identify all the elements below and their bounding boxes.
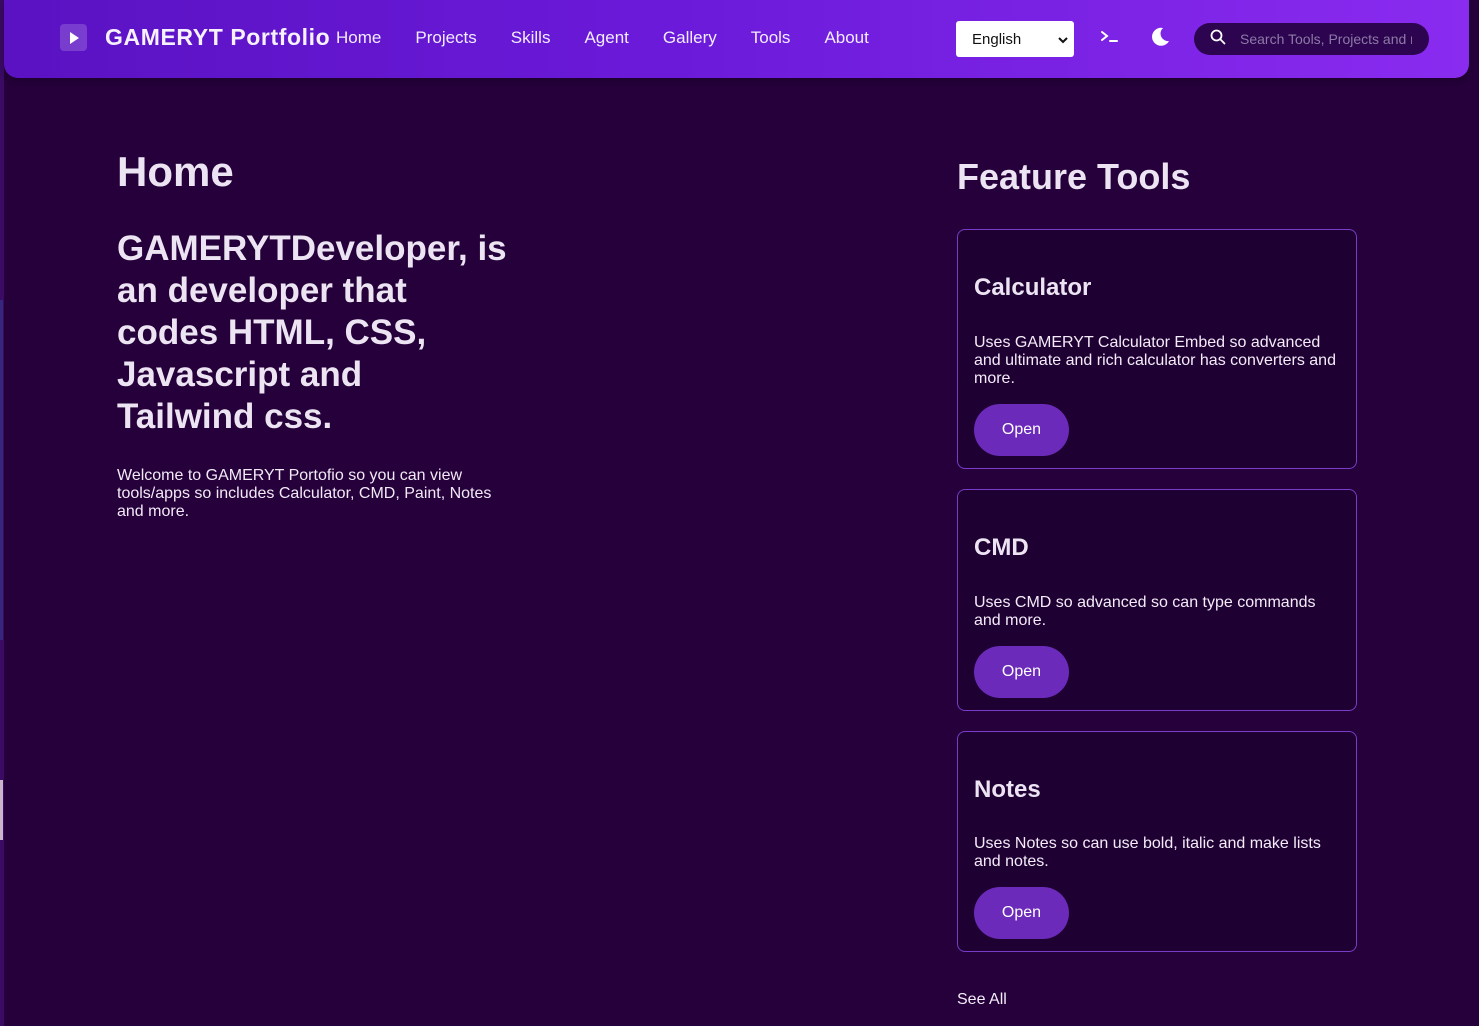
open-notes-button[interactable]: Open	[974, 887, 1069, 939]
language-select-value: English	[972, 30, 1022, 48]
see-all-link[interactable]: See All	[957, 991, 1007, 1009]
theme-toggle-button[interactable]	[1145, 24, 1175, 54]
play-icon	[60, 24, 87, 51]
top-navbar: GAMERYT Portfolio Home Projects Skills A…	[4, 0, 1469, 78]
nav-links: Home Projects Skills Agent Gallery Tools…	[336, 28, 903, 48]
card-title: Calculator	[974, 274, 1092, 301]
card-description: Uses GAMERYT Calculator Embed so advance…	[974, 334, 1336, 387]
card-description: Uses Notes so can use bold, italic and m…	[974, 835, 1321, 870]
nav-link-tools[interactable]: Tools	[751, 28, 791, 48]
nav-link-skills[interactable]: Skills	[511, 28, 551, 48]
language-select[interactable]: English	[956, 21, 1074, 57]
brand[interactable]: GAMERYT Portfolio	[60, 24, 330, 51]
chevron-down-icon	[1058, 31, 1068, 48]
search-icon	[1210, 29, 1226, 50]
search-box[interactable]	[1194, 23, 1429, 55]
nav-link-gallery[interactable]: Gallery	[663, 28, 717, 48]
nav-link-about[interactable]: About	[824, 28, 868, 48]
feature-tools-title: Feature Tools	[957, 156, 1191, 197]
terminal-button[interactable]	[1095, 24, 1125, 54]
tool-card-cmd: CMD Uses CMD so advanced so can type com…	[957, 489, 1357, 711]
nav-link-projects[interactable]: Projects	[415, 28, 476, 48]
terminal-icon	[1099, 28, 1121, 51]
tool-card-notes: Notes Uses Notes so can use bold, italic…	[957, 731, 1357, 952]
home-headline: GAMERYTDeveloper, is an developer that c…	[117, 229, 507, 436]
moon-icon	[1149, 26, 1171, 53]
tool-card-calculator: Calculator Uses GAMERYT Calculator Embed…	[957, 229, 1357, 469]
open-calculator-button[interactable]: Open	[974, 404, 1069, 456]
card-title: CMD	[974, 534, 1029, 561]
brand-title: GAMERYT Portfolio	[105, 24, 331, 50]
card-description: Uses CMD so advanced so can type command…	[974, 594, 1316, 629]
open-cmd-button[interactable]: Open	[974, 646, 1069, 698]
card-title: Notes	[974, 776, 1041, 803]
home-description: Welcome to GAMERYT Portofio so you can v…	[117, 467, 492, 520]
search-input[interactable]	[1238, 30, 1414, 48]
nav-link-agent[interactable]: Agent	[584, 28, 628, 48]
nav-link-home[interactable]: Home	[336, 28, 381, 48]
page-title: Home	[117, 148, 234, 195]
window-edge	[0, 0, 4, 1026]
